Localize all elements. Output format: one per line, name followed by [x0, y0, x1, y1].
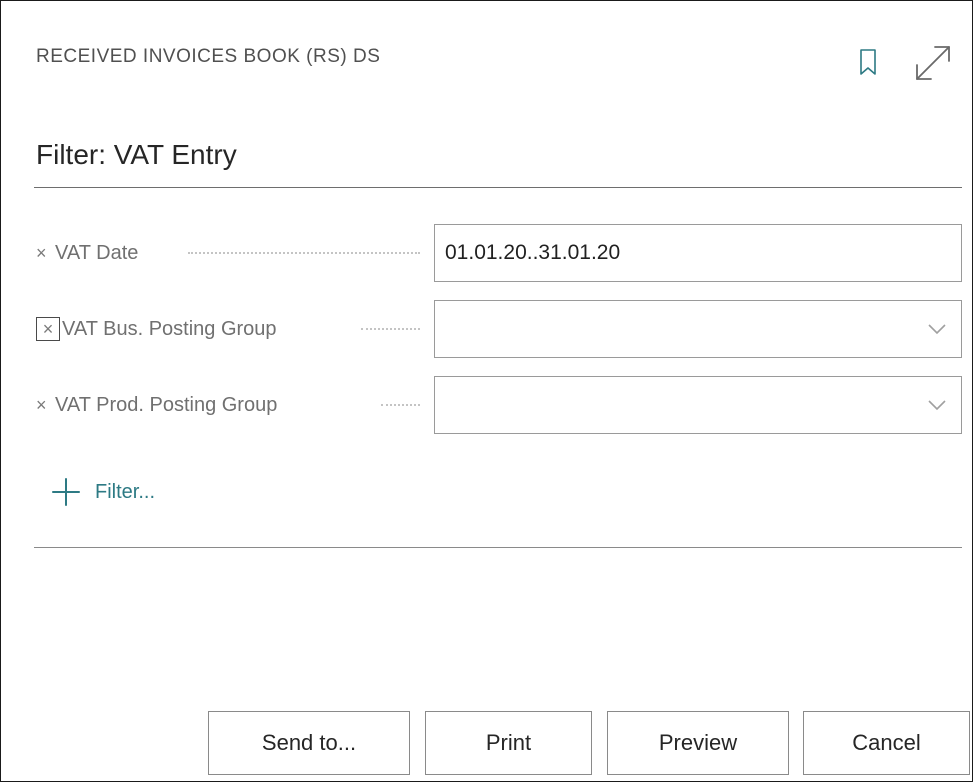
close-icon[interactable]: ×: [36, 395, 52, 416]
leader-dots: [381, 404, 420, 406]
add-filter-link[interactable]: Filter...: [51, 477, 155, 507]
filter-label-text: VAT Prod. Posting Group: [55, 393, 278, 416]
cancel-button[interactable]: Cancel: [803, 711, 970, 775]
report-request-dialog: RECEIVED INVOICES BOOK (RS) DS Filter: V…: [0, 0, 973, 782]
filter-label-vat-date: × VAT Date: [36, 224, 138, 282]
filter-row-vat-bus-posting-group: × VAT Bus. Posting Group: [36, 300, 962, 358]
send-to-button[interactable]: Send to...: [208, 711, 410, 775]
chevron-down-icon[interactable]: [927, 399, 947, 411]
print-button[interactable]: Print: [425, 711, 592, 775]
filter-label-text: VAT Bus. Posting Group: [62, 317, 277, 340]
leader-dots: [188, 252, 420, 254]
filter-label-vat-prod-posting-group: × VAT Prod. Posting Group: [36, 376, 277, 434]
filter-row-vat-prod-posting-group: × VAT Prod. Posting Group: [36, 376, 962, 434]
plus-icon: [52, 478, 80, 506]
add-filter-label: Filter...: [95, 480, 156, 503]
preview-button[interactable]: Preview: [607, 711, 789, 775]
chevron-down-icon[interactable]: [927, 323, 947, 335]
leader-dots: [361, 328, 420, 330]
section-divider: [34, 187, 962, 188]
filter-row-vat-date: × VAT Date 01.01.20..31.01.20: [36, 224, 962, 282]
close-icon[interactable]: ×: [36, 317, 60, 341]
vat-prod-posting-group-select[interactable]: [434, 376, 962, 434]
vat-date-value: 01.01.20..31.01.20: [445, 241, 621, 264]
bookmark-icon[interactable]: [857, 47, 879, 77]
section-title: Filter: VAT Entry: [36, 139, 237, 170]
filter-label-vat-bus-posting-group: × VAT Bus. Posting Group: [36, 300, 277, 358]
expand-icon[interactable]: [913, 43, 953, 83]
filter-label-text: VAT Date: [55, 241, 139, 264]
vat-bus-posting-group-select[interactable]: [434, 300, 962, 358]
close-icon[interactable]: ×: [36, 243, 52, 264]
dialog-title: RECEIVED INVOICES BOOK (RS) DS: [36, 46, 381, 67]
vat-date-input[interactable]: 01.01.20..31.01.20: [434, 224, 962, 282]
bottom-divider: [34, 547, 962, 548]
